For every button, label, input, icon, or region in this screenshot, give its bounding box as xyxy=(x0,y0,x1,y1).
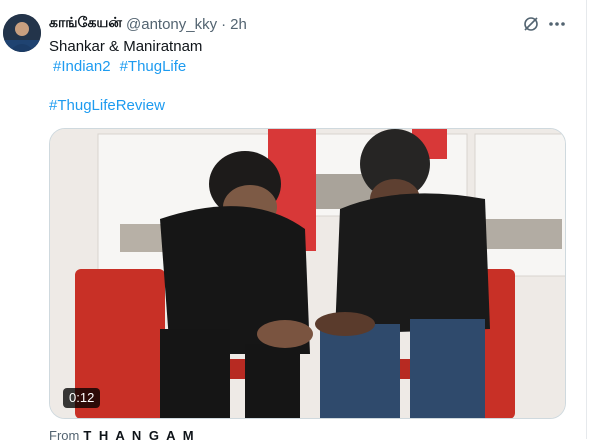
source-link[interactable]: T H A N G A M xyxy=(83,428,195,443)
display-name[interactable]: காங்கேயன் xyxy=(49,15,122,33)
grok-icon xyxy=(524,17,538,31)
hashtag-thuglife[interactable]: #ThugLife xyxy=(120,57,187,77)
column-border xyxy=(586,0,587,439)
timestamp[interactable]: 2h xyxy=(230,16,247,33)
video-player[interactable] xyxy=(49,128,566,419)
video-source-attribution: From T H A N G A M xyxy=(49,428,196,443)
more-button[interactable] xyxy=(546,14,568,34)
video-duration-badge: 0:12 xyxy=(63,388,101,408)
avatar[interactable] xyxy=(3,14,41,52)
tweet-text: Shankar & Maniratnam xyxy=(49,38,203,55)
video-thumbnail xyxy=(50,129,565,418)
hashtags-row: #Indian2 #ThugLife xyxy=(53,57,186,77)
hashtag-indian2[interactable]: #Indian2 xyxy=(53,57,111,77)
grok-button[interactable] xyxy=(521,14,541,34)
user-handle[interactable]: @antony_kky xyxy=(126,16,217,33)
more-horizontal-icon xyxy=(549,22,565,26)
separator-dot: · xyxy=(221,15,227,33)
from-label: From xyxy=(49,428,80,443)
hashtag-thugliferevIew[interactable]: #ThugLifeReview xyxy=(49,96,165,116)
tweet-header: காங்கேயன் @antony_kky · 2h xyxy=(49,14,247,34)
